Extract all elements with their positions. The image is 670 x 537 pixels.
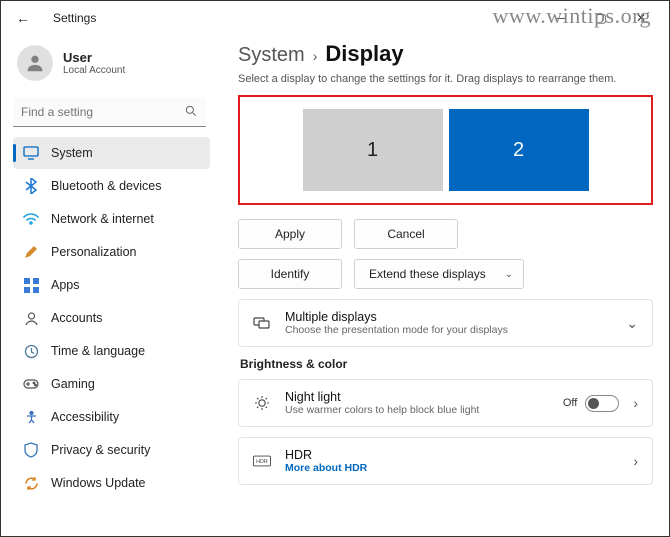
card-title: Multiple displays [285, 310, 612, 324]
identify-button[interactable]: Identify [238, 259, 342, 289]
back-button[interactable]: ← [9, 4, 37, 32]
sidebar-item-label: Apps [51, 278, 80, 292]
sidebar-item-gaming[interactable]: Gaming [13, 368, 210, 400]
accessibility-icon [23, 409, 39, 425]
avatar [17, 45, 53, 81]
sidebar-item-label: Gaming [51, 377, 95, 391]
sidebar-item-update[interactable]: Windows Update [13, 467, 210, 499]
clock-icon [23, 343, 39, 359]
sidebar: User Local Account System Bluetooth & de… [1, 35, 216, 536]
apply-button[interactable]: Apply [238, 219, 342, 249]
svg-text:HDR: HDR [256, 459, 268, 465]
sidebar-item-accounts[interactable]: Accounts [13, 302, 210, 334]
dropdown-label: Extend these displays [369, 267, 486, 281]
update-icon [23, 475, 39, 491]
sidebar-item-label: System [51, 146, 93, 160]
card-title: Night light [285, 390, 549, 404]
nav-list: System Bluetooth & devices Network & int… [13, 137, 210, 499]
night-light-toggle[interactable] [585, 395, 619, 412]
multiple-displays-icon [253, 314, 271, 332]
sidebar-item-privacy[interactable]: Privacy & security [13, 434, 210, 466]
accounts-icon [23, 310, 39, 326]
monitor-1[interactable]: 1 [303, 109, 443, 191]
apps-icon [23, 277, 39, 293]
multiple-displays-card[interactable]: Multiple displays Choose the presentatio… [238, 299, 653, 347]
breadcrumb-parent[interactable]: System [238, 44, 305, 67]
system-icon [23, 145, 39, 161]
card-subtitle: Choose the presentation mode for your di… [285, 324, 612, 336]
sidebar-item-network[interactable]: Network & internet [13, 203, 210, 235]
maximize-button[interactable]: ▢ [581, 4, 621, 32]
monitor-2[interactable]: 2 [449, 109, 589, 191]
chevron-right-icon: › [633, 453, 638, 469]
chevron-right-icon: › [313, 48, 318, 64]
window-controls: ─ ▢ ✕ [541, 4, 661, 32]
sidebar-item-bluetooth[interactable]: Bluetooth & devices [13, 170, 210, 202]
section-header-brightness: Brightness & color [240, 357, 653, 371]
sidebar-item-apps[interactable]: Apps [13, 269, 210, 301]
page-title: Display [325, 41, 403, 67]
paintbrush-icon [23, 244, 39, 260]
minimize-button[interactable]: ─ [541, 4, 581, 32]
sidebar-item-label: Privacy & security [51, 443, 150, 457]
close-button[interactable]: ✕ [621, 4, 661, 32]
bluetooth-icon [23, 178, 39, 194]
sidebar-item-label: Time & language [51, 344, 145, 358]
display-mode-dropdown[interactable]: Extend these displays ⌄ [354, 259, 524, 289]
night-light-card[interactable]: Night light Use warmer colors to help bl… [238, 379, 653, 427]
user-name: User [63, 50, 125, 65]
search-icon [184, 104, 198, 118]
breadcrumb: System › Display [238, 41, 653, 67]
sidebar-item-system[interactable]: System [13, 137, 210, 169]
sidebar-item-accessibility[interactable]: Accessibility [13, 401, 210, 433]
chevron-down-icon: ⌄ [626, 315, 638, 332]
gaming-icon [23, 376, 39, 392]
user-subtitle: Local Account [63, 65, 125, 76]
shield-icon [23, 442, 39, 458]
page-description: Select a display to change the settings … [238, 73, 653, 85]
wifi-icon [23, 211, 39, 227]
window-title: Settings [53, 11, 96, 25]
hdr-card[interactable]: HDR HDR More about HDR › [238, 437, 653, 485]
sidebar-item-time[interactable]: Time & language [13, 335, 210, 367]
card-title: HDR [285, 448, 619, 462]
display-arrangement[interactable]: 1 2 [238, 95, 653, 205]
sidebar-item-label: Personalization [51, 245, 136, 259]
user-account-row[interactable]: User Local Account [13, 39, 210, 93]
sidebar-item-label: Accounts [51, 311, 102, 325]
chevron-right-icon: › [633, 395, 638, 411]
cancel-button[interactable]: Cancel [354, 219, 458, 249]
hdr-more-link[interactable]: More about HDR [285, 462, 619, 474]
night-light-icon [253, 394, 271, 412]
titlebar: ← Settings ─ ▢ ✕ [1, 1, 669, 35]
sidebar-item-personalization[interactable]: Personalization [13, 236, 210, 268]
search-input[interactable] [13, 97, 206, 127]
hdr-icon: HDR [253, 452, 271, 470]
chevron-down-icon: ⌄ [505, 269, 513, 280]
sidebar-item-label: Windows Update [51, 476, 146, 490]
toggle-state: Off [563, 397, 577, 409]
main-content: System › Display Select a display to cha… [216, 35, 669, 536]
sidebar-item-label: Bluetooth & devices [51, 179, 162, 193]
sidebar-item-label: Accessibility [51, 410, 119, 424]
card-subtitle: Use warmer colors to help block blue lig… [285, 404, 549, 416]
sidebar-item-label: Network & internet [51, 212, 154, 226]
